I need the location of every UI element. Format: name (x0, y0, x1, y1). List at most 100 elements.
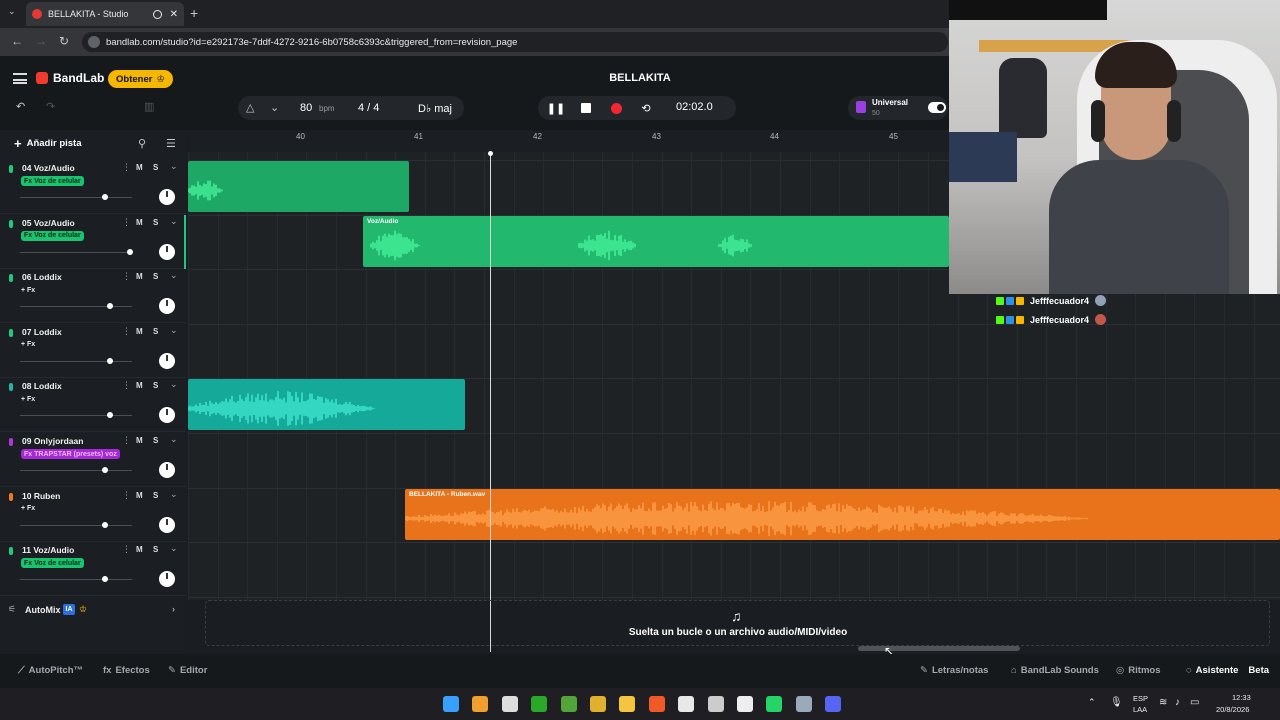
track-header[interactable]: 07 Loddix ⋮ M S ⌄ + Fx (0, 324, 186, 378)
pan-knob[interactable] (159, 571, 175, 588)
game-app-icon[interactable] (590, 696, 606, 712)
volume-slider[interactable] (20, 415, 132, 417)
playhead[interactable] (490, 152, 491, 652)
url-field[interactable]: bandlab.com/studio?id=e292173e-7ddf-4272… (82, 32, 948, 52)
menu-icon[interactable] (13, 73, 27, 84)
mute-button[interactable]: M (136, 491, 143, 500)
wifi-icon[interactable]: ≋ (1159, 697, 1167, 708)
universal-toggle[interactable] (928, 102, 946, 113)
track-header[interactable]: 10 Ruben ⋮ M S ⌄ + Fx (0, 488, 186, 542)
track-header[interactable]: 06 Loddix ⋮ M S ⌄ + Fx (0, 269, 186, 324)
language-indicator[interactable]: ESP (1133, 694, 1148, 703)
store-icon[interactable] (501, 696, 518, 712)
track-name[interactable]: 08 Loddix (22, 381, 62, 391)
track-name[interactable]: 09 Onlyjordaan (22, 436, 83, 446)
volume-slider[interactable] (20, 306, 132, 308)
volume-slider[interactable] (20, 579, 132, 581)
track-options-icon[interactable]: ⋮ (122, 435, 131, 446)
chevron-down-icon[interactable]: ⌄ (170, 489, 178, 500)
steam-icon[interactable] (795, 696, 812, 712)
track-options-icon[interactable]: ⋮ (122, 490, 131, 501)
pan-knob[interactable] (159, 243, 175, 260)
clock-date[interactable]: 20/8/2026 (1216, 705, 1249, 714)
whatsapp-icon[interactable] (766, 696, 783, 712)
song-title[interactable]: BELLAKITA (560, 72, 720, 84)
close-tab-icon[interactable]: ✕ (170, 9, 178, 20)
pan-knob[interactable] (159, 462, 175, 478)
undo-icon[interactable]: ↶ (16, 100, 25, 113)
tray-chevron-icon[interactable]: ⌃ (1088, 697, 1096, 708)
new-tab-icon[interactable]: + (190, 5, 198, 21)
volume-slider-handle[interactable] (126, 248, 133, 255)
obs-icon[interactable] (707, 696, 724, 712)
assistant-button[interactable]: ◌ Asistente Beta (1186, 665, 1269, 676)
track-options-icon[interactable]: ⋮ (122, 217, 131, 228)
chrome-icon[interactable] (678, 696, 695, 712)
volume-slider[interactable] (20, 524, 132, 526)
metronome-icon[interactable]: △ (246, 101, 254, 114)
clock-time[interactable]: 12:33 (1232, 693, 1251, 702)
track-effects-chip[interactable]: Fx Voz de celular (21, 176, 84, 186)
autopitch-button[interactable]: ⟋ AutoPitch™ (18, 665, 83, 676)
volume-slider-handle[interactable] (102, 576, 109, 583)
chevron-down-icon[interactable]: ⌄ (170, 270, 178, 281)
lyrics-button[interactable]: ✎ Letras/notas (920, 665, 988, 676)
chevron-down-icon[interactable]: ⌄ (170, 161, 178, 172)
browser-tab[interactable]: BELLAKITA - Studio ✕ (26, 2, 184, 26)
solo-button[interactable]: S (153, 381, 158, 390)
solo-button[interactable]: S (153, 545, 158, 554)
volume-slider-handle[interactable] (102, 194, 109, 200)
solo-button[interactable]: S (153, 436, 158, 445)
tab-search-icon[interactable]: ⌄ (8, 6, 16, 17)
volume-slider-handle[interactable] (102, 467, 109, 473)
track-effects-chip[interactable]: + Fx (21, 394, 35, 404)
track-header[interactable]: 09 Onlyjordaan ⋮ M S ⌄ Fx TRAPSTAR (presets) … (0, 433, 186, 487)
track-effects-chip[interactable]: Fx TRAPSTAR (presets) voz (21, 449, 120, 459)
site-info-icon[interactable] (88, 36, 100, 48)
audio-clip[interactable] (188, 161, 409, 212)
mute-button[interactable]: M (136, 218, 143, 227)
pan-knob[interactable] (159, 298, 175, 315)
track-header[interactable]: 08 Loddix ⋮ M S ⌄ + Fx (0, 378, 186, 433)
track-effects-chip[interactable]: + Fx (21, 285, 35, 295)
track-effects-chip[interactable]: + Fx (21, 504, 35, 514)
mute-button[interactable]: M (136, 327, 143, 336)
playhead-handle[interactable] (488, 151, 493, 156)
track-header[interactable]: 11 Voz/Audio ⋮ M S ⌄ Fx Voz de celular (0, 542, 186, 597)
audio-clip[interactable]: BELLAKITA - Ruben.wav (405, 489, 1280, 540)
stop-button[interactable] (578, 100, 594, 116)
record-button[interactable] (608, 100, 624, 116)
capcut-icon[interactable] (737, 696, 753, 712)
pan-knob[interactable] (159, 516, 175, 533)
track-effects-chip[interactable]: Fx Voz de celular (21, 230, 84, 241)
mute-button[interactable]: M (136, 272, 143, 281)
widgets-icon[interactable] (472, 696, 489, 712)
file-explorer-icon[interactable] (619, 696, 636, 712)
track-name[interactable]: 05 Voz/Audio (22, 218, 75, 228)
discord-icon[interactable] (825, 696, 842, 712)
mute-button[interactable]: M (136, 381, 143, 390)
solo-button[interactable]: S (153, 327, 158, 336)
reload-icon[interactable]: ↻ (59, 34, 69, 48)
track-header[interactable]: 05 Voz/Audio ⋮ M S ⌄ Fx Voz de celular (0, 214, 186, 269)
effects-button[interactable]: fx Efectos (103, 665, 150, 676)
redo-icon[interactable]: ↷ (46, 100, 55, 113)
bandlab-sounds-button[interactable]: ⌂ BandLab Sounds (1011, 665, 1099, 676)
windows-start-icon[interactable] (443, 696, 459, 712)
automix-row[interactable]: ⚟ AutoMix IA ♔ › (0, 600, 186, 622)
volume-slider[interactable] (20, 470, 132, 471)
volume-slider[interactable] (20, 360, 132, 362)
pause-button[interactable]: ❚❚ (547, 100, 565, 116)
back-icon[interactable]: ← (11, 34, 23, 48)
chevron-down-icon[interactable]: ⌄ (170, 379, 178, 390)
tuner-icon[interactable]: ⚲ (138, 137, 146, 150)
editor-button[interactable]: ✎ Editor (168, 665, 207, 676)
volume-slider-handle[interactable] (102, 521, 109, 528)
forward-icon[interactable]: → (35, 34, 47, 48)
rhythms-button[interactable]: ◎ Ritmos (1116, 665, 1161, 676)
track-effects-chip[interactable]: Fx Voz de celular (21, 558, 84, 569)
track-options-icon[interactable]: ⋮ (122, 162, 131, 173)
track-name[interactable]: 11 Voz/Audio (22, 545, 74, 555)
chevron-right-icon[interactable]: › (172, 604, 175, 614)
track-options-icon[interactable]: ⋮ (122, 380, 131, 391)
